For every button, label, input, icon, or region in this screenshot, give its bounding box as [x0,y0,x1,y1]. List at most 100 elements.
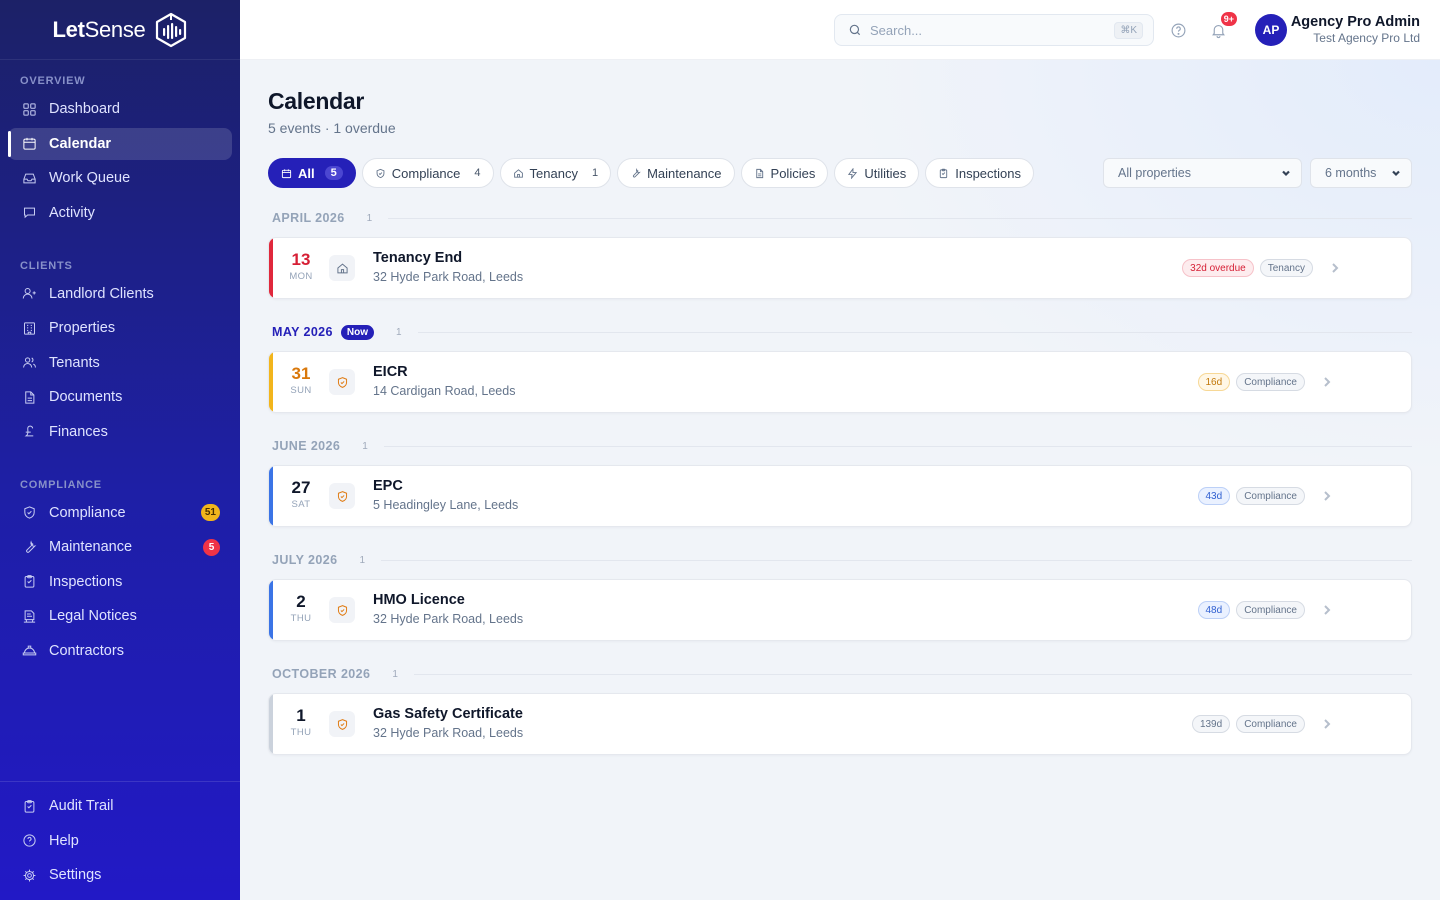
event-day: 1 [296,706,306,725]
sidebar-item-settings[interactable]: Settings [8,859,232,891]
document-icon [25,390,35,404]
event-date: 2 THU [281,592,321,625]
chevron-right-icon [1324,719,1331,729]
chevron-right-icon [1324,491,1331,501]
month-label: JUNE 2026 [272,439,341,453]
sidebar-item-properties[interactable]: Properties [8,312,232,344]
range-select[interactable]: 6 months [1310,158,1412,188]
event-day: 31 [291,364,311,383]
notifications-button[interactable]: 9+ [1207,11,1238,41]
event-accent-bar [269,238,273,298]
sidebar-item-activity[interactable]: Activity [8,197,232,229]
nav-heading: CLIENTS [20,259,73,272]
event-card[interactable]: 27 SAT EPC 5 Headingley Lane, Leeds 43d Compl… [268,465,1412,527]
event-card[interactable]: 13 MON Tenancy End 32 Hyde Park Road, Leeds… [268,237,1412,299]
nav-badge: 51 [200,504,220,521]
filter-count: 4 [474,167,481,179]
notice-icon [23,609,36,623]
sidebar-item-label: Landlord Clients [49,285,154,302]
sidebar-item-contractors[interactable]: Contractors [8,635,232,667]
event-meta: 43d Compliance [1197,487,1334,505]
event-title: EPC [373,478,403,494]
event-weekday: THU [290,727,312,738]
help-icon [1171,23,1185,37]
filter-chip-maintenance[interactable]: Maintenance [617,158,735,188]
calendar-icon [23,137,36,150]
filter-count: 1 [591,167,599,179]
month-count: 1 [392,668,398,680]
filter-label: Maintenance [647,165,722,181]
range-select-value: 6 months [1325,166,1377,180]
sidebar-footer: Audit Trail Help Settings [0,781,240,900]
sidebar-item-landlord-clients[interactable]: Landlord Clients [8,278,232,310]
event-address: 32 Hyde Park Road, Leeds [373,270,524,284]
home-icon [513,168,523,178]
filter-chip-all[interactable]: All 5 [268,158,356,188]
event-category-badge: Compliance [1236,487,1305,505]
wrench-icon [633,167,641,177]
month-header: APRIL 2026 1 [272,210,1412,226]
filter-chip-compliance[interactable]: Compliance 4 [361,158,494,188]
event-card[interactable]: 2 THU HMO Licence 32 Hyde Park Road, Leeds 4… [268,579,1412,641]
document-icon [755,168,763,178]
property-select[interactable]: All properties [1103,158,1302,188]
sidebar-item-inspections[interactable]: Inspections [8,566,232,598]
search-input[interactable]: Search... ⌘K [834,14,1154,46]
filter-chip-inspections[interactable]: Inspections [925,158,1034,188]
event-status-badge: 139d [1191,715,1231,733]
sidebar-item-audit-trail[interactable]: Audit Trail [8,790,232,822]
event-card[interactable]: 31 SUN EICR 14 Cardigan Road, Leeds 16d Compl… [268,351,1412,413]
chat-icon [24,207,35,219]
sidebar-item-tenants[interactable]: Tenants [8,347,232,379]
help-button[interactable] [1167,19,1189,41]
pound-icon [24,425,34,437]
chevron-down-icon [1282,170,1290,177]
calendar-icon [281,168,292,178]
event-title: HMO Licence [373,592,465,608]
topbar: Search... ⌘K 9+ AP Agency Pro Admin Test… [240,0,1440,60]
sidebar-item-label: Compliance [49,504,126,521]
filter-chip-tenancy[interactable]: Tenancy 1 [499,158,612,188]
sidebar-item-maintenance[interactable]: Maintenance 5 [8,531,232,563]
event-card[interactable]: 1 THU Gas Safety Certificate 32 Hyde Park R… [268,693,1412,755]
search-placeholder: Search... [870,22,923,38]
event-date: 31 SUN [281,364,321,397]
nav-badge: 5 [203,538,220,556]
month-count: 1 [362,440,368,452]
event-date: 1 THU [281,706,321,739]
event-status-badge: 32d overdue [1182,259,1254,277]
event-accent-bar [269,352,273,412]
sidebar-item-legal-notices[interactable]: Legal Notices [8,600,232,632]
sidebar-item-finances[interactable]: Finances [8,416,232,448]
user-name: Agency Pro Admin [1290,14,1420,30]
avatar[interactable]: AP [1255,14,1287,46]
event-category-badge: Compliance [1236,601,1305,619]
search-shortcut: ⌘K [1114,21,1143,39]
divider [388,217,1412,219]
filter-chip-policies[interactable]: Policies [740,158,829,188]
event-type-icon [329,711,355,737]
home-icon [336,263,348,273]
shield-icon [24,506,35,519]
sidebar-item-label: Maintenance [49,539,133,555]
search-icon [849,24,861,36]
category-filters: All 5 Compliance 4 Tenancy 1 Maintenance Polici… [268,158,1034,188]
event-title: EICR [373,364,408,380]
filter-chip-utilities[interactable]: Utilities [834,158,920,188]
user-menu[interactable]: Agency Pro Admin Test Agency Pro Ltd [1291,14,1420,46]
sidebar-item-compliance[interactable]: Compliance 51 [8,497,232,529]
sidebar-item-calendar[interactable]: Calendar [8,127,232,160]
sidebar-item-documents[interactable]: Documents [8,381,232,413]
user-icon [22,288,36,299]
sidebar-item-help[interactable]: Help [8,825,232,857]
sidebar-item-work-queue[interactable]: Work Queue [8,162,232,194]
event-day: 13 [291,250,311,269]
filter-label: Policies [770,165,816,181]
divider [413,673,1412,675]
sidebar-item-dashboard[interactable]: Dashboard [8,93,232,125]
chevron-down-icon [1392,170,1400,177]
event-title: Tenancy End [373,250,463,266]
brand[interactable]: LetSense [0,0,240,60]
clipboard-icon [24,799,35,813]
page-title: Calendar [268,88,365,114]
